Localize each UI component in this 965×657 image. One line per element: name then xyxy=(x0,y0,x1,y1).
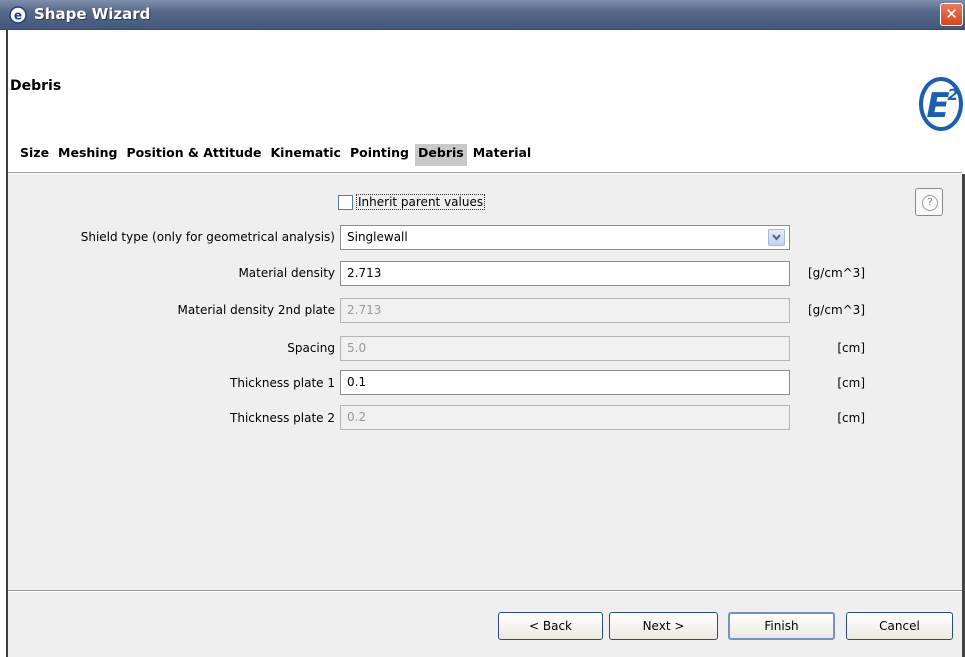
spacing-label: Spacing xyxy=(287,341,335,355)
material-density-input[interactable]: 2.713 xyxy=(340,261,790,286)
wizard-tabs: Size Meshing Position & Attitude Kinemat… xyxy=(17,144,537,166)
tab-kinematic[interactable]: Kinematic xyxy=(267,144,343,166)
wizard-header: Debris E 2 Size Meshing Position & Attit… xyxy=(8,30,965,174)
svg-text:2: 2 xyxy=(947,85,958,104)
e2-logo-icon: E 2 xyxy=(919,77,963,131)
thickness-plate-2-input: 0.2 xyxy=(340,405,790,430)
material-density-2nd-plate-input: 2.713 xyxy=(340,298,790,323)
tab-debris[interactable]: Debris xyxy=(415,144,467,166)
thickness-plate-2-label: Thickness plate 2 xyxy=(230,411,335,425)
material-density-2nd-plate-unit: [g/cm^3] xyxy=(808,303,865,317)
svg-text:e: e xyxy=(14,9,22,23)
shield-type-select[interactable]: Singlewall xyxy=(340,225,790,250)
help-button[interactable]: ? xyxy=(915,188,943,216)
question-icon: ? xyxy=(922,195,938,211)
finish-button[interactable]: Finish xyxy=(728,612,835,640)
cancel-button[interactable]: Cancel xyxy=(846,612,953,640)
close-button[interactable]: ✕ xyxy=(940,3,963,26)
app-icon: e xyxy=(9,6,27,24)
thickness-plate-1-input[interactable]: 0.1 xyxy=(340,370,790,395)
svg-text:E: E xyxy=(926,86,949,126)
chevron-down-icon[interactable] xyxy=(768,229,785,246)
material-density-2nd-plate-label: Material density 2nd plate xyxy=(177,303,335,317)
material-density-label: Material density xyxy=(238,266,335,280)
shield-type-label: Shield type (only for geometrical analys… xyxy=(80,230,335,244)
window-title: Shape Wizard xyxy=(34,5,151,23)
thickness-plate-1-unit: [cm] xyxy=(837,376,865,390)
page-heading: Debris xyxy=(10,78,62,94)
tab-size[interactable]: Size xyxy=(17,144,52,166)
back-button[interactable]: < Back xyxy=(498,612,603,640)
tab-position-attitude[interactable]: Position & Attitude xyxy=(123,144,264,166)
tab-material[interactable]: Material xyxy=(470,144,535,166)
title-bar: e Shape Wizard ✕ xyxy=(0,0,965,30)
inherit-parent-values[interactable]: Inherit parent values xyxy=(338,194,486,210)
thickness-plate-2-unit: [cm] xyxy=(837,411,865,425)
shield-type-value: Singlewall xyxy=(347,230,408,244)
spacing-input: 5.0 xyxy=(340,336,790,361)
inherit-checkbox[interactable] xyxy=(338,194,353,210)
material-density-unit: [g/cm^3] xyxy=(808,266,865,280)
tab-pointing[interactable]: Pointing xyxy=(347,144,412,166)
inherit-label[interactable]: Inherit parent values xyxy=(356,194,486,210)
close-icon: ✕ xyxy=(945,5,958,23)
next-button[interactable]: Next > xyxy=(609,612,718,640)
window-left-border xyxy=(0,30,8,657)
thickness-plate-1-label: Thickness plate 1 xyxy=(230,376,335,390)
spacing-unit: [cm] xyxy=(837,341,865,355)
tab-meshing[interactable]: Meshing xyxy=(55,144,120,166)
